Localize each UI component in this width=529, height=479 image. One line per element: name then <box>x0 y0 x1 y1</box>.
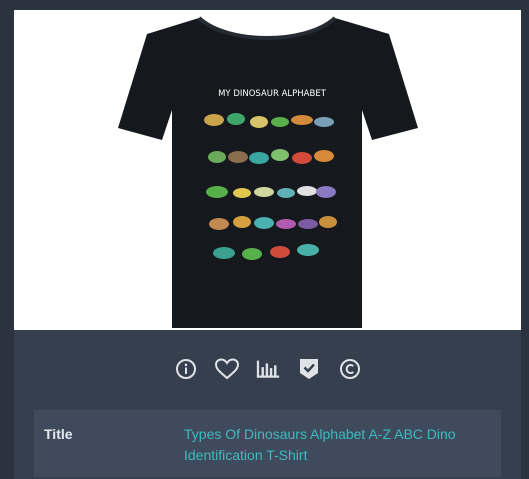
shirt-heading: MY DINOSAUR ALPHABET <box>218 89 327 99</box>
favorite-button[interactable] <box>214 356 240 382</box>
product-image[interactable]: MY DINOSAUR ALPHABET <box>14 10 521 330</box>
stats-button[interactable] <box>255 356 281 382</box>
title-label: Title <box>44 426 73 442</box>
info-icon <box>175 359 196 379</box>
verified-badge-icon <box>299 359 318 379</box>
tshirt-illustration: MY DINOSAUR ALPHABET <box>118 16 418 328</box>
title-link[interactable]: Types Of Dinosaurs Alphabet A-Z ABC Dino… <box>184 424 484 466</box>
info-button[interactable] <box>173 356 199 382</box>
heart-icon <box>214 358 239 380</box>
copyright-icon <box>339 359 360 379</box>
copyright-button[interactable] <box>337 356 363 382</box>
action-bar <box>14 355 521 383</box>
verify-button[interactable] <box>296 356 322 382</box>
product-card: MY DINOSAUR ALPHABET Title Types Of Dino… <box>14 10 521 479</box>
tshirt-shape <box>118 18 418 328</box>
bar-chart-icon <box>256 360 279 378</box>
details-panel: Title Types Of Dinosaurs Alphabet A-Z AB… <box>34 410 501 477</box>
